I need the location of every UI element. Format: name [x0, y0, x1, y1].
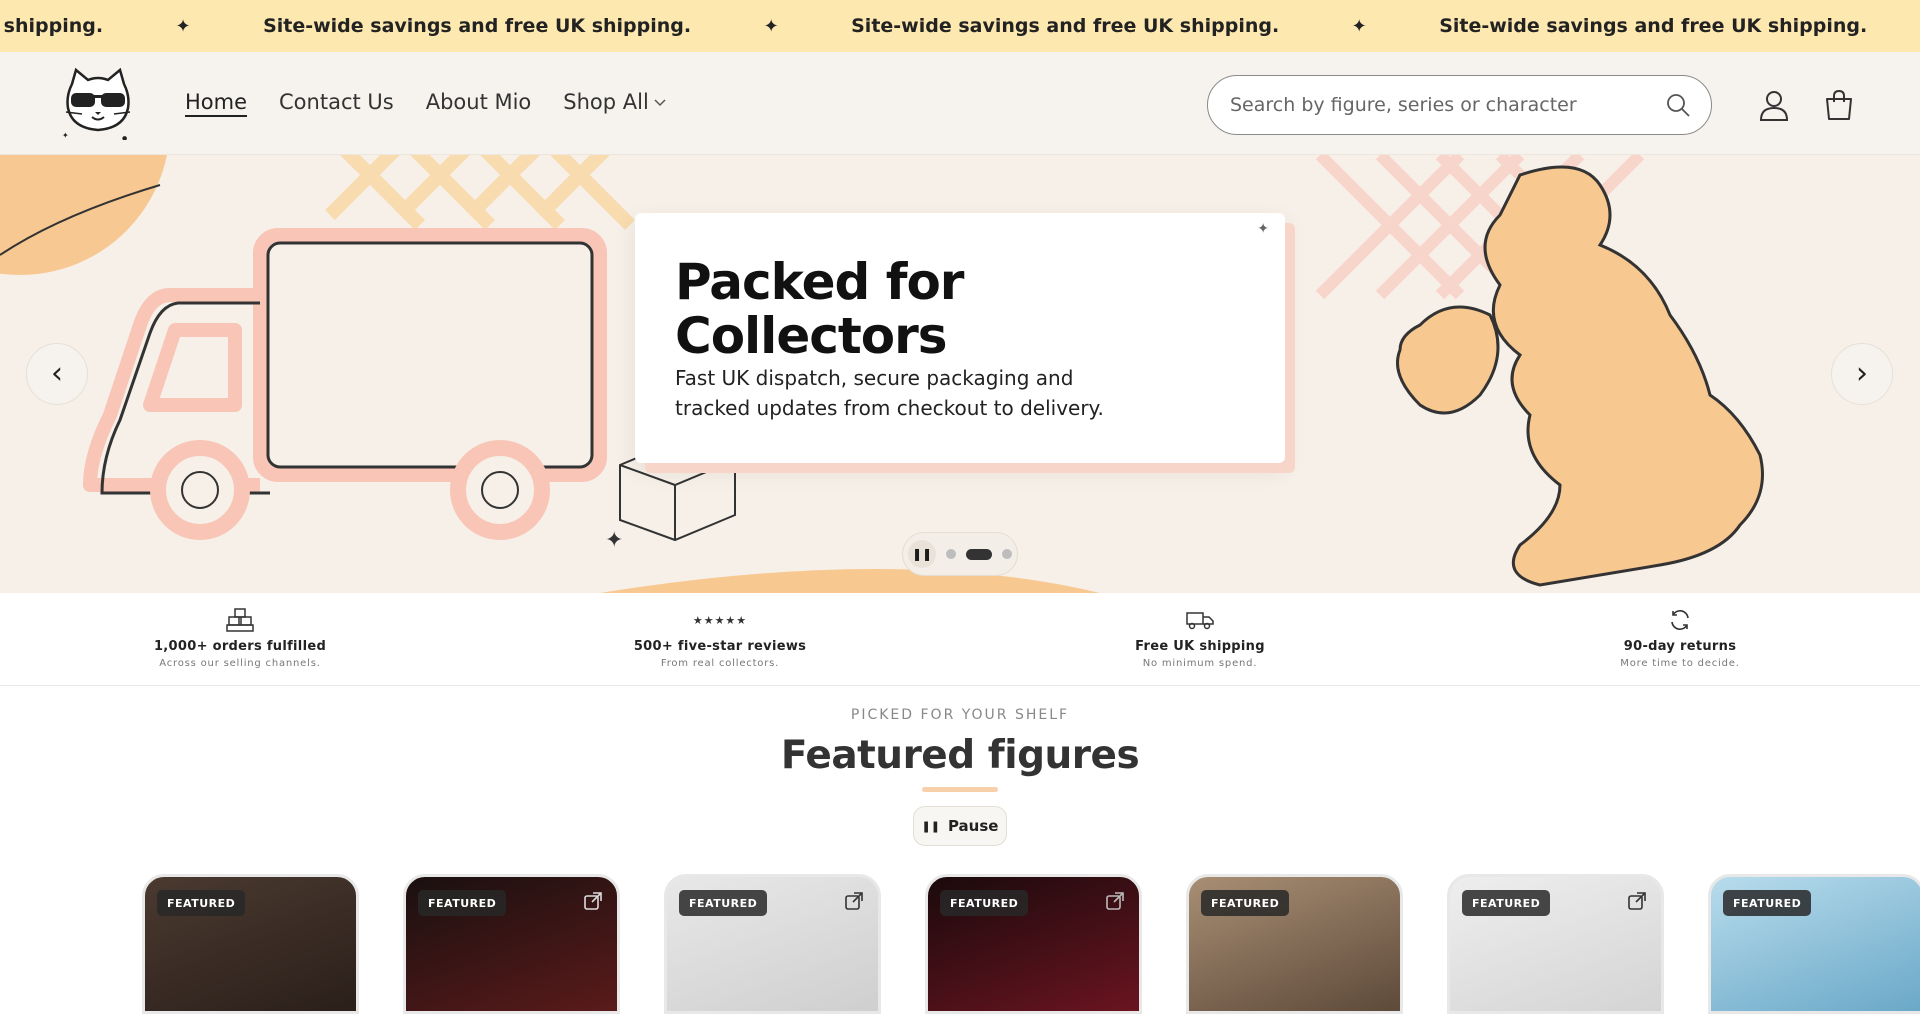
truck-icon [1186, 607, 1214, 633]
product-card[interactable]: FEATURED [664, 874, 881, 1014]
featured-badge: FEATURED [418, 890, 507, 916]
sparkle-icon: ✦ [1351, 15, 1367, 37]
announcement-text: Site-wide savings and free UK shipping. [851, 15, 1280, 37]
slider-dot-3[interactable] [1002, 549, 1012, 559]
carousel-pause-button[interactable]: ❚❚ Pause [913, 806, 1007, 846]
pause-icon: ❚❚ [921, 819, 940, 833]
featured-badge: FEATURED [679, 890, 768, 916]
trust-sub: From real collectors. [660, 658, 780, 669]
svg-text:✦: ✦ [62, 131, 69, 140]
external-link-icon[interactable] [844, 891, 864, 911]
announcement-bar: Site-wide savings and free UK shipping. … [0, 0, 1920, 52]
sparkle-icon: ✦ [1257, 221, 1269, 237]
slider-dot-2[interactable] [966, 548, 992, 560]
chevron-down-icon [654, 99, 666, 107]
featured-badge: FEATURED [1201, 890, 1290, 916]
featured-carousel: FEATURED FEATURED FEATURED FEATURED FEAT… [142, 874, 1920, 1014]
product-card[interactable]: FEATURED [142, 874, 359, 1014]
pause-label: Pause [947, 817, 999, 835]
trust-title: 500+ five-star reviews [633, 639, 807, 654]
main-nav: Home Contact Us About Mio Shop All [185, 90, 667, 114]
announcement-text: Site-wide savings and free UK shipping. [263, 15, 692, 37]
trust-sub: More time to decide. [1620, 658, 1740, 669]
boxes-icon [226, 607, 254, 633]
trust-item-reviews: ★★★★★ 500+ five-star reviews From real c… [480, 593, 960, 685]
external-link-icon[interactable] [1627, 891, 1647, 911]
trust-item-orders: 1,000+ orders fulfilled Across our selli… [0, 593, 480, 685]
product-card[interactable]: FEATURED [1447, 874, 1664, 1014]
slider-dot-1[interactable] [946, 549, 956, 559]
refresh-icon [1668, 607, 1692, 633]
announcement-text: Site-wide savings and free UK shipping. [1439, 15, 1868, 37]
chevron-right-icon: › [1856, 356, 1868, 391]
slider-prev-button[interactable]: ‹ [26, 343, 88, 405]
featured-badge: FEATURED [1462, 890, 1551, 916]
trust-title: Free UK shipping [1135, 639, 1265, 654]
product-card[interactable]: FEATURED [1186, 874, 1403, 1014]
search-icon[interactable] [1665, 92, 1691, 118]
site-header: ✦ ● Home Contact Us About Mio Shop All [0, 52, 1920, 155]
trust-item-shipping: Free UK shipping No minimum spend. [960, 593, 1440, 685]
external-link-icon[interactable] [583, 891, 603, 911]
section-kicker: PICKED FOR YOUR SHELF [850, 707, 1070, 723]
nav-shop-all-label: Shop All [563, 90, 649, 114]
trust-sub: Across our selling channels. [159, 658, 321, 669]
nav-shop-all[interactable]: Shop All [563, 90, 667, 114]
slider-controls: ❚❚ [902, 532, 1018, 576]
slider-next-button[interactable]: › [1831, 343, 1893, 405]
trust-sub: No minimum spend. [1142, 658, 1258, 669]
product-card[interactable]: FEATURED [1708, 874, 1920, 1014]
svg-text:✦: ✦ [605, 528, 623, 553]
announcement-text: Site-wide savings and free UK shipping. [0, 15, 104, 37]
search-bar [1207, 75, 1712, 135]
nav-about-mio[interactable]: About Mio [426, 90, 532, 114]
announcement-track: Site-wide savings and free UK shipping. … [0, 0, 1867, 52]
chevron-left-icon: ‹ [51, 356, 63, 391]
section-title: Featured figures [780, 733, 1140, 778]
nav-contact-us[interactable]: Contact Us [279, 90, 394, 114]
svg-text:●: ● [122, 135, 127, 140]
trust-strip: 1,000+ orders fulfilled Across our selli… [0, 593, 1920, 686]
title-underline [922, 787, 998, 792]
trust-title: 90-day returns [1623, 639, 1737, 654]
account-icon[interactable] [1757, 88, 1791, 122]
sparkle-icon: ✦ [763, 15, 779, 37]
cat-with-sunglasses-logo[interactable]: ✦ ● [62, 66, 134, 142]
featured-badge: FEATURED [157, 890, 246, 916]
stars-icon: ★★★★★ [692, 613, 748, 627]
sparkle-icon: ✦ [175, 15, 191, 37]
hero-banner: ✦ Packed for Collectors Fast UK dispatch… [0, 155, 1920, 593]
nav-home[interactable]: Home [185, 90, 247, 114]
slider-pause-button[interactable]: ❚❚ [908, 540, 936, 568]
cart-icon[interactable] [1822, 88, 1856, 122]
trust-item-returns: 90-day returns More time to decide. [1440, 593, 1920, 685]
pause-icon: ❚❚ [911, 547, 933, 561]
external-link-icon[interactable] [1105, 891, 1125, 911]
search-input[interactable] [1230, 94, 1665, 116]
hero-title: Packed for Collectors [675, 253, 964, 365]
hero-card: Packed for Collectors Fast UK dispatch, … [635, 213, 1285, 463]
product-card[interactable]: FEATURED [925, 874, 1142, 1014]
featured-badge: FEATURED [940, 890, 1029, 916]
trust-title: 1,000+ orders fulfilled [153, 639, 327, 654]
featured-badge: FEATURED [1723, 890, 1812, 916]
hero-text: Fast UK dispatch, secure packaging and t… [675, 366, 1104, 420]
product-card[interactable]: FEATURED [403, 874, 620, 1014]
